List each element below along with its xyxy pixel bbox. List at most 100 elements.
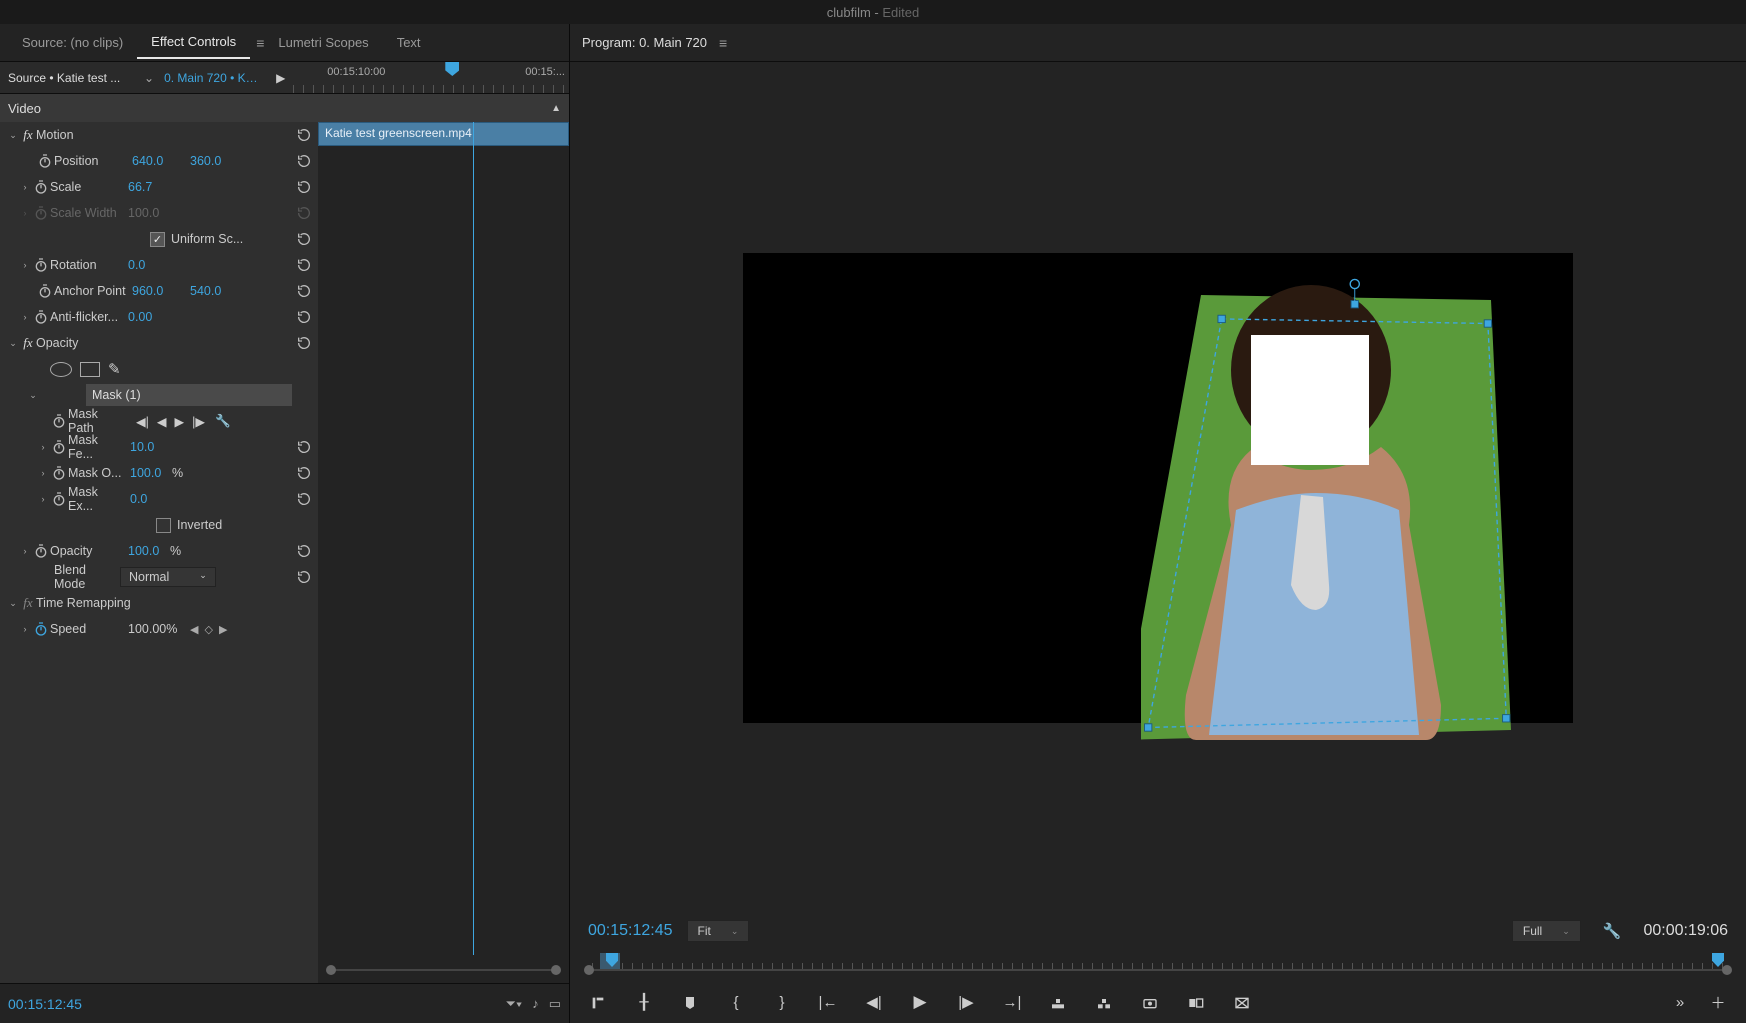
go-to-out-icon[interactable]: →| xyxy=(1002,994,1022,1011)
mask-feather-row[interactable]: › Mask Fe... 10.0 xyxy=(0,434,318,460)
scroll-knob-left[interactable] xyxy=(326,965,336,975)
step-fwd-icon[interactable]: |▶ xyxy=(956,993,976,1011)
go-to-in-icon[interactable]: |← xyxy=(818,994,838,1011)
reset-button[interactable] xyxy=(296,543,312,559)
position-x-value[interactable]: 640.0 xyxy=(132,154,190,168)
tab-effect-controls[interactable]: Effect Controls xyxy=(137,26,250,59)
program-duration-timecode[interactable]: 00:00:19:06 xyxy=(1643,922,1728,940)
stopwatch-icon[interactable] xyxy=(50,491,68,507)
program-monitor-area[interactable] xyxy=(570,62,1746,913)
stopwatch-icon[interactable] xyxy=(36,283,54,299)
twisty-icon[interactable]: › xyxy=(36,468,50,478)
reset-button[interactable] xyxy=(296,127,312,143)
twisty-icon[interactable]: ⌄ xyxy=(26,390,40,401)
mask-track-fwd-icon[interactable]: ▶ xyxy=(175,414,185,429)
play-button[interactable]: ▶ xyxy=(910,992,930,1012)
mask-opacity-value[interactable]: 100.0 xyxy=(130,466,170,480)
stopwatch-icon[interactable] xyxy=(50,465,68,481)
transition-icon[interactable]: ▭ xyxy=(549,996,561,1012)
resolution-select[interactable]: Full ⌄ xyxy=(1512,920,1581,942)
stopwatch-icon[interactable] xyxy=(50,413,68,429)
program-canvas[interactable] xyxy=(743,253,1573,723)
reset-button[interactable] xyxy=(296,153,312,169)
add-button-icon[interactable]: ＋ xyxy=(1708,992,1728,1013)
mask-step-back-icon[interactable]: ◀ xyxy=(157,414,167,429)
blend-mode-row[interactable]: Blend Mode Normal ⌄ xyxy=(0,564,318,590)
timeline-zoom-scroll[interactable] xyxy=(322,961,565,979)
twisty-icon[interactable]: › xyxy=(18,546,32,556)
stopwatch-icon[interactable] xyxy=(32,179,50,195)
mask-opacity-row[interactable]: › Mask O... 100.0 % xyxy=(0,460,318,486)
mask-expansion-row[interactable]: › Mask Ex... 0.0 xyxy=(0,486,318,512)
position-row[interactable]: Position 640.0 360.0 xyxy=(0,148,318,174)
uniform-scale-row[interactable]: ✓ Uniform Sc... xyxy=(0,226,318,252)
ellipse-mask-icon[interactable] xyxy=(50,362,72,377)
export-frame-icon[interactable] xyxy=(1140,993,1160,1010)
playhead-marker-icon[interactable] xyxy=(445,62,459,76)
clip-bar[interactable]: Katie test greenscreen.mp4 xyxy=(318,122,569,146)
scale-row[interactable]: › Scale 66.7 xyxy=(0,174,318,200)
zoom-knob-right[interactable] xyxy=(1722,965,1732,975)
opacity-value-row[interactable]: › Opacity 100.0 % xyxy=(0,538,318,564)
add-keyframe-icon[interactable]: ◇ xyxy=(204,623,212,636)
settings-wrench-icon[interactable]: 🔧 xyxy=(1603,922,1622,940)
pen-mask-icon[interactable]: ✎ xyxy=(108,360,121,378)
scroll-knob-right[interactable] xyxy=(551,965,561,975)
tab-text[interactable]: Text xyxy=(383,27,435,58)
twisty-icon[interactable]: › xyxy=(36,494,50,504)
panel-menu-icon[interactable]: ≡ xyxy=(256,35,264,51)
reset-button[interactable] xyxy=(296,335,312,351)
filter-icon[interactable]: ⏷▾ xyxy=(505,996,522,1012)
fx-badge-icon[interactable]: fx xyxy=(20,127,36,143)
reset-button[interactable] xyxy=(296,309,312,325)
playhead-line[interactable] xyxy=(473,122,474,955)
twisty-icon[interactable]: › xyxy=(18,260,32,270)
sequence-label[interactable]: 0. Main 720 • Ka... xyxy=(158,71,268,85)
opacity-value[interactable]: 100.0 xyxy=(128,544,168,558)
reset-button[interactable] xyxy=(296,179,312,195)
fx-badge-icon[interactable]: fx xyxy=(20,595,36,611)
source-clip-label[interactable]: Source • Katie test ... xyxy=(0,71,140,85)
mask-row[interactable]: ⌄ Mask (1) xyxy=(0,382,318,408)
prev-keyframe-icon[interactable]: ◀ xyxy=(190,623,198,636)
twisty-icon[interactable]: › xyxy=(18,182,32,192)
antiflicker-value[interactable]: 0.00 xyxy=(128,310,186,324)
stopwatch-icon[interactable] xyxy=(36,153,54,169)
video-section-header[interactable]: Video ▲ xyxy=(0,94,569,122)
mask-inverted-row[interactable]: Inverted xyxy=(0,512,318,538)
stopwatch-icon[interactable] xyxy=(32,257,50,273)
tab-lumetri-scopes[interactable]: Lumetri Scopes xyxy=(264,27,382,58)
mask-track-back-icon[interactable]: ◀| xyxy=(136,414,149,429)
program-current-timecode[interactable]: 00:15:12:45 xyxy=(588,922,673,940)
next-keyframe-icon[interactable]: ▶ xyxy=(219,623,227,636)
keyframe-nav[interactable]: ◀ ◇ ▶ xyxy=(190,623,227,636)
position-y-value[interactable]: 360.0 xyxy=(190,154,248,168)
collapse-arrow-icon[interactable]: ▲ xyxy=(551,103,561,114)
reset-button[interactable] xyxy=(296,439,312,455)
uniform-scale-checkbox[interactable]: ✓ xyxy=(150,232,165,247)
safe-margins-icon[interactable] xyxy=(1232,993,1252,1010)
fx-badge-icon[interactable]: fx xyxy=(20,335,36,351)
mark-out-icon[interactable]: ╂ xyxy=(634,993,654,1011)
stopwatch-icon[interactable] xyxy=(32,543,50,559)
mark-in-icon[interactable] xyxy=(588,993,608,1010)
program-scrub-bar[interactable] xyxy=(570,949,1746,981)
twisty-icon[interactable]: ⌄ xyxy=(6,598,20,609)
speed-row[interactable]: › Speed 100.00% ◀ ◇ ▶ xyxy=(0,616,318,642)
mask-feather-value[interactable]: 10.0 xyxy=(130,440,188,454)
rect-mask-icon[interactable] xyxy=(80,362,100,377)
antiflicker-row[interactable]: › Anti-flicker... 0.00 xyxy=(0,304,318,330)
effect-opacity-row[interactable]: ⌄ fx Opacity xyxy=(0,330,318,356)
stopwatch-icon[interactable] xyxy=(50,439,68,455)
stopwatch-icon[interactable] xyxy=(32,621,50,637)
mark-out-bracket-icon[interactable]: } xyxy=(772,994,792,1011)
mask-step-fwd-icon[interactable]: |▶ xyxy=(192,414,205,429)
reset-button[interactable] xyxy=(296,491,312,507)
chevron-down-icon[interactable]: ⌄ xyxy=(140,71,158,85)
zoom-knob-left[interactable] xyxy=(584,965,594,975)
mask-path-row[interactable]: Mask Path ◀| ◀ ▶ |▶ 🔧 xyxy=(0,408,318,434)
reset-button[interactable] xyxy=(296,569,312,585)
audio-icon[interactable]: ♪ xyxy=(532,996,539,1012)
add-marker-icon[interactable] xyxy=(680,993,700,1010)
reset-button[interactable] xyxy=(296,465,312,481)
